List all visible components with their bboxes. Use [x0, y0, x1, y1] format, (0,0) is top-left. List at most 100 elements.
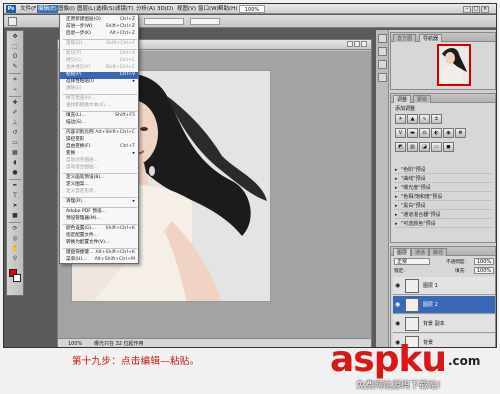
- tab-paths[interactable]: 路径: [429, 248, 448, 256]
- curves-icon[interactable]: ∿: [419, 114, 430, 124]
- type-tool-icon[interactable]: T: [9, 191, 21, 200]
- vibrance-icon[interactable]: V: [395, 128, 406, 138]
- invert-icon[interactable]: ◩: [395, 142, 406, 152]
- menu-3d[interactable]: 3D(D): [156, 5, 174, 13]
- preset-curves[interactable]: "曲线"预设: [395, 175, 493, 183]
- shape-tool-icon[interactable]: ■: [9, 211, 21, 220]
- menu-row-free-transform[interactable]: 自由变换(F) Ctrl+T: [60, 144, 138, 151]
- menu-row-preset-manager[interactable]: 预设管理器(M)...: [60, 216, 138, 223]
- current-tool-icon[interactable]: [8, 17, 17, 26]
- maximize-icon[interactable]: □: [472, 6, 480, 13]
- menu-help[interactable]: 帮助(H): [217, 5, 238, 13]
- menu-row-paste-special[interactable]: 选择性粘贴(I) ▸: [60, 79, 138, 86]
- preset-levels[interactable]: "色阶"预设: [395, 166, 493, 174]
- clone-source-icon[interactable]: [377, 73, 387, 82]
- channel-mixer-icon[interactable]: ❁: [455, 128, 466, 138]
- gradient-map-icon[interactable]: ▭: [431, 142, 442, 152]
- menu-select[interactable]: 选择(S): [95, 5, 116, 13]
- color-balance-icon[interactable]: ⚖: [419, 128, 430, 138]
- menu-row-define-brush[interactable]: 定义画笔预设(B)...: [60, 175, 138, 182]
- blur-tool-icon[interactable]: ◖: [9, 158, 21, 167]
- tab-channels[interactable]: 通道: [411, 248, 430, 256]
- gradient-tool-icon[interactable]: ▦: [9, 148, 21, 157]
- fill-input[interactable]: 100%: [474, 267, 494, 274]
- option-field[interactable]: [144, 18, 184, 25]
- zoom-tool-icon[interactable]: ⚲: [9, 254, 21, 263]
- menu-image[interactable]: 图像(I): [57, 5, 76, 13]
- tab-histogram[interactable]: 直方图: [393, 34, 417, 42]
- status-zoom[interactable]: 100%: [68, 339, 82, 347]
- 3d-orbit-icon[interactable]: ◎: [9, 234, 21, 243]
- layer-row[interactable]: ◉ 图层 1: [393, 277, 495, 295]
- menu-row-undo[interactable]: 还原新建图层(O) Ctrl+Z: [60, 17, 138, 24]
- menu-row-stroke[interactable]: 描边(S)...: [60, 120, 138, 127]
- menu-row-menus[interactable]: 菜单(U)... Alt+Shift+Ctrl+M: [60, 257, 138, 264]
- maximize-icon[interactable]: [354, 41, 360, 47]
- menu-row-puppet-warp[interactable]: 操控变形: [60, 137, 138, 144]
- brightness-icon[interactable]: ☀: [395, 114, 406, 124]
- dodge-tool-icon[interactable]: ●: [9, 168, 21, 177]
- path-select-icon[interactable]: ➤: [9, 201, 21, 210]
- tab-masks[interactable]: 蒙版: [413, 95, 432, 103]
- menu-view[interactable]: 视图(V): [176, 5, 197, 13]
- eye-icon[interactable]: ◉: [395, 320, 402, 327]
- menu-filter[interactable]: 滤镜(T): [114, 5, 135, 13]
- bw-icon[interactable]: ◐: [431, 128, 442, 138]
- brush-panel-icon[interactable]: [377, 60, 387, 69]
- move-tool-icon[interactable]: ✥: [9, 32, 21, 41]
- eye-icon[interactable]: ◉: [395, 301, 402, 308]
- menu-row-define-pattern[interactable]: 定义图案...: [60, 182, 138, 189]
- menu-row-paste[interactable]: 粘贴(P) Ctrl+V: [60, 72, 138, 79]
- menu-row-step-backward[interactable]: 后退一步(K) Alt+Ctrl+Z: [60, 31, 138, 38]
- menu-layer[interactable]: 图层(L): [76, 5, 96, 13]
- selective-color-icon[interactable]: ◼: [443, 142, 454, 152]
- preset-black-white[interactable]: "黑白"预设: [395, 202, 493, 210]
- navigator-thumbnail[interactable]: [437, 44, 471, 86]
- actions-panel-icon[interactable]: [377, 47, 387, 56]
- menu-row-step-forward[interactable]: 前进一步(W) Shift+Ctrl+Z: [60, 24, 138, 31]
- lasso-tool-icon[interactable]: ʘ: [9, 52, 21, 61]
- option-field[interactable]: [190, 18, 220, 25]
- preset-channel-mixer[interactable]: "通道混合器"预设: [395, 211, 493, 219]
- menu-row-content-aware-scale[interactable]: 内容识别比例 Alt+Shift+Ctrl+C: [60, 130, 138, 137]
- 3d-rotate-icon[interactable]: ⟳: [9, 224, 21, 233]
- healing-tool-icon[interactable]: ✚: [9, 98, 21, 107]
- eye-icon[interactable]: ◉: [395, 282, 402, 289]
- brush-tool-icon[interactable]: ✐: [9, 108, 21, 117]
- history-brush-icon[interactable]: ↺: [9, 128, 21, 137]
- menu-edit[interactable]: 编辑(E): [37, 5, 58, 13]
- hand-tool-icon[interactable]: ✋: [9, 244, 21, 253]
- stamp-tool-icon[interactable]: ⊥: [9, 118, 21, 127]
- menu-row-keyboard-shortcuts[interactable]: 键盘快捷键... Alt+Shift+Ctrl+K: [60, 250, 138, 257]
- menu-row-purge[interactable]: 清理(R) ▸: [60, 199, 138, 206]
- preset-selective-color[interactable]: "可选颜色"预设: [395, 220, 493, 228]
- layer-row-active[interactable]: ◉ 图层 2: [393, 296, 495, 314]
- menu-row-fill[interactable]: 填充(L)... Shift+F5: [60, 113, 138, 120]
- photo-filter-icon[interactable]: ◉: [443, 128, 454, 138]
- preset-hue-saturation[interactable]: "色相/饱和度"预设: [395, 193, 493, 201]
- tab-navigator[interactable]: 导航器: [419, 34, 443, 42]
- marquee-tool-icon[interactable]: ⬚: [9, 42, 21, 51]
- threshold-icon[interactable]: ◪: [419, 142, 430, 152]
- history-panel-icon[interactable]: [377, 34, 387, 43]
- eyedropper-tool-icon[interactable]: ⌁: [9, 85, 21, 94]
- blend-mode-select[interactable]: 正常: [394, 258, 430, 265]
- menu-row-transform[interactable]: 变换 ▸: [60, 151, 138, 158]
- quick-select-tool-icon[interactable]: ✎: [9, 62, 21, 71]
- background-color-swatch[interactable]: [13, 274, 21, 282]
- layer-row[interactable]: ◉ 背景 副本: [393, 315, 495, 333]
- opacity-input[interactable]: 100%: [474, 258, 494, 265]
- zoom-level[interactable]: 100%: [239, 5, 265, 13]
- menu-row-pdf-presets[interactable]: Adobe PDF 预设...: [60, 209, 138, 216]
- menu-row-color-settings[interactable]: 颜色设置(G)... Shift+Ctrl+K: [60, 226, 138, 233]
- menu-row-assign-profile[interactable]: 指定配置文件...: [60, 233, 138, 240]
- eraser-tool-icon[interactable]: ▭: [9, 138, 21, 147]
- preset-exposure[interactable]: "曝光度"预设: [395, 184, 493, 192]
- exposure-icon[interactable]: ±: [431, 114, 442, 124]
- pen-tool-icon[interactable]: ✒: [9, 181, 21, 190]
- crop-tool-icon[interactable]: ⌗: [9, 75, 21, 84]
- tab-adjustments[interactable]: 调整: [393, 95, 412, 103]
- menu-analysis[interactable]: 分析(A): [135, 5, 156, 13]
- posterize-icon[interactable]: ▧: [407, 142, 418, 152]
- hue-sat-icon[interactable]: ▬: [407, 128, 418, 138]
